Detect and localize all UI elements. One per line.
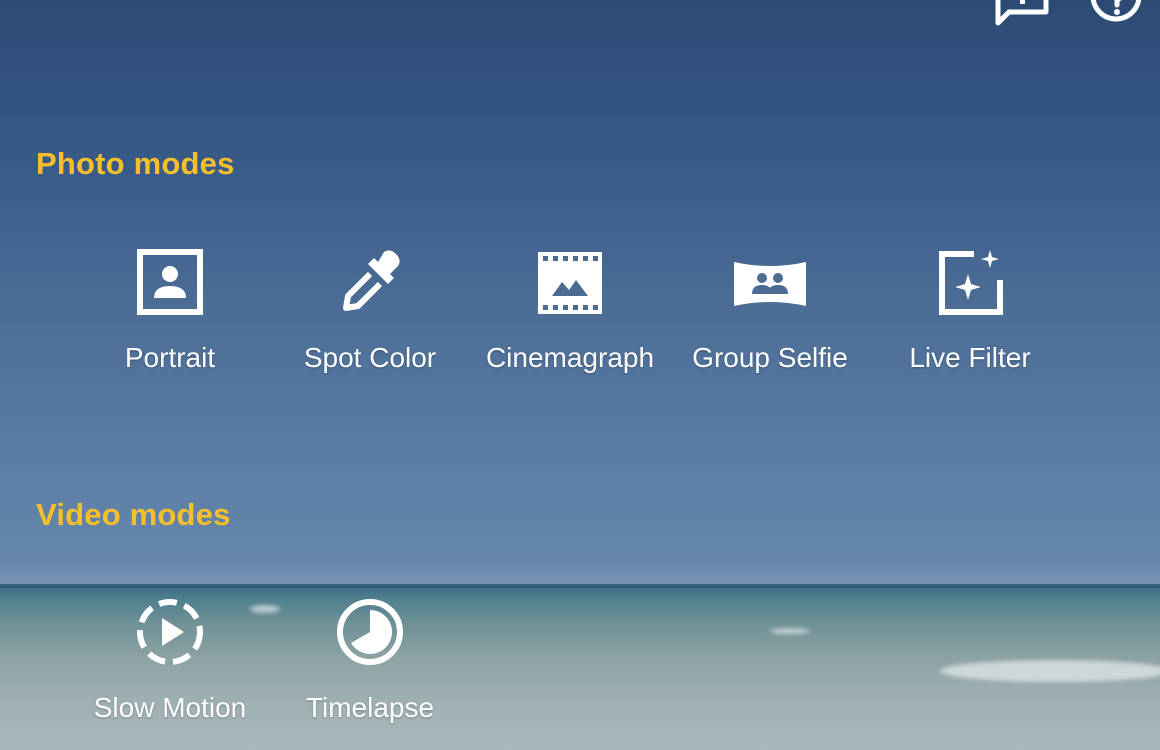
mode-label: Live Filter: [909, 342, 1031, 373]
help-icon[interactable]: [1088, 0, 1144, 30]
mode-live-filter[interactable]: Live Filter: [870, 244, 1070, 374]
eyedropper-icon: [343, 250, 400, 311]
film-icon: [538, 252, 602, 314]
mode-group-selfie[interactable]: Group Selfie: [670, 244, 870, 374]
group-icon: [734, 262, 806, 306]
mode-slow-motion[interactable]: Slow Motion: [70, 594, 270, 724]
mode-label: Slow Motion: [93, 692, 247, 723]
timelapse-icon: [337, 599, 403, 665]
mode-label: Cinemagraph: [485, 342, 655, 373]
mode-cinemagraph[interactable]: Cinemagraph: [470, 244, 670, 374]
mode-label: Spot Color: [303, 342, 437, 373]
wave: [940, 660, 1160, 682]
horizon-line: [0, 584, 1160, 588]
mode-label: Portrait: [124, 342, 216, 373]
mode-timelapse[interactable]: Timelapse: [270, 594, 470, 724]
mode-spot-color[interactable]: Spot Color: [270, 244, 470, 374]
slow-motion-icon: [137, 599, 203, 665]
wave: [770, 628, 810, 634]
mode-label: Group Selfie: [692, 342, 848, 373]
feedback-icon[interactable]: [995, 0, 1051, 30]
mode-label: Timelapse: [305, 692, 435, 723]
mode-portrait[interactable]: Portrait: [70, 244, 270, 374]
photo-modes-heading: Photo modes: [36, 146, 235, 181]
sparkle-frame-icon: [939, 250, 1003, 315]
portrait-icon: [137, 249, 203, 315]
video-modes-heading: Video modes: [36, 497, 231, 532]
